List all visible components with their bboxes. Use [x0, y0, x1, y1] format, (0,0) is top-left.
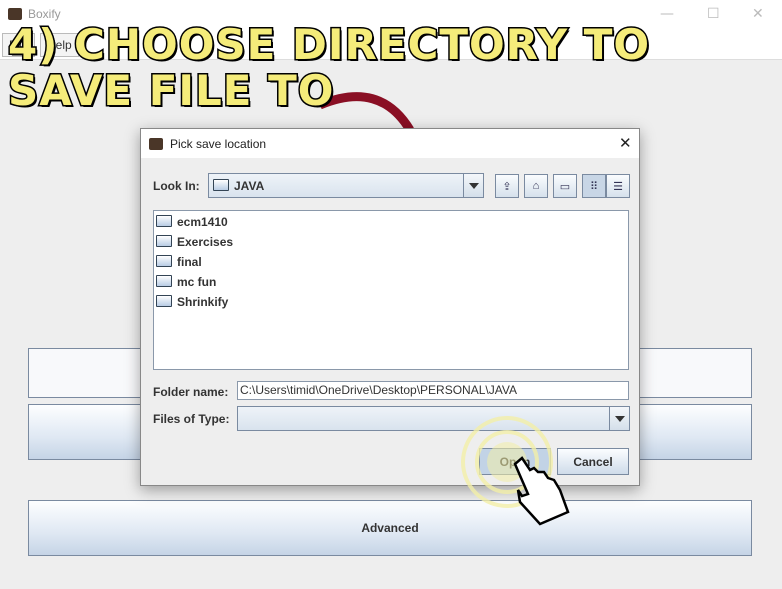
chevron-down-icon[interactable]	[609, 407, 629, 430]
list-view-button[interactable]: ⠿	[582, 174, 606, 198]
look-in-label: Look In:	[153, 179, 200, 193]
folder-icon	[156, 275, 172, 287]
file-name: Shrinkify	[177, 295, 229, 309]
folder-icon	[156, 235, 172, 247]
details-view-button[interactable]: ☰	[606, 174, 630, 198]
window-title: Boxify	[28, 7, 61, 21]
close-button[interactable]: ✕	[752, 6, 764, 22]
dialog-close-icon[interactable]: ✕	[619, 134, 632, 152]
list-item[interactable]: Shrinkify	[154, 291, 628, 311]
new-folder-button[interactable]: ▭	[553, 174, 577, 198]
look-in-value: JAVA	[234, 179, 265, 193]
list-item[interactable]: ecm1410	[154, 211, 628, 231]
chevron-down-icon[interactable]	[463, 174, 483, 197]
files-of-type-label: Files of Type:	[153, 412, 230, 426]
dialog-titlebar: Pick save location ✕	[141, 129, 639, 158]
folder-name-input[interactable]: C:\Users\timid\OneDrive\Desktop\PERSONAL…	[237, 381, 629, 400]
look-in-combo[interactable]: JAVA	[208, 173, 484, 198]
app-box-icon	[8, 8, 22, 20]
dialog-title: Pick save location	[170, 137, 267, 151]
list-item[interactable]: Exercises	[154, 231, 628, 251]
up-folder-button[interactable]: ⇪	[495, 174, 519, 198]
folder-icon	[156, 215, 172, 227]
annotation-headline: 4) CHOOSE DIRECTORY TO SAVE FILE TO	[6, 20, 651, 115]
list-item[interactable]: mc fun	[154, 271, 628, 291]
annotation-line-2: SAVE FILE TO	[6, 66, 335, 115]
file-name: final	[177, 255, 202, 269]
file-name: ecm1410	[177, 215, 228, 229]
file-name: Exercises	[177, 235, 234, 249]
file-name: mc fun	[177, 275, 217, 289]
file-list[interactable]: ecm1410 Exercises final mc fun Shrinkify	[153, 210, 629, 370]
folder-icon	[156, 295, 172, 307]
folder-icon	[156, 255, 172, 267]
minimize-button[interactable]: —	[660, 6, 674, 22]
dialog-box-icon	[149, 138, 163, 150]
home-button[interactable]: ⌂	[524, 174, 548, 198]
annotation-line-1: 4) CHOOSE DIRECTORY TO	[6, 20, 651, 69]
advanced-button[interactable]: Advanced	[28, 500, 752, 556]
folder-name-label: Folder name:	[153, 385, 229, 399]
click-cursor-hand-icon	[461, 416, 570, 526]
list-item[interactable]: final	[154, 251, 628, 271]
folder-icon	[213, 179, 229, 191]
maximize-button[interactable]: ☐	[707, 6, 720, 22]
